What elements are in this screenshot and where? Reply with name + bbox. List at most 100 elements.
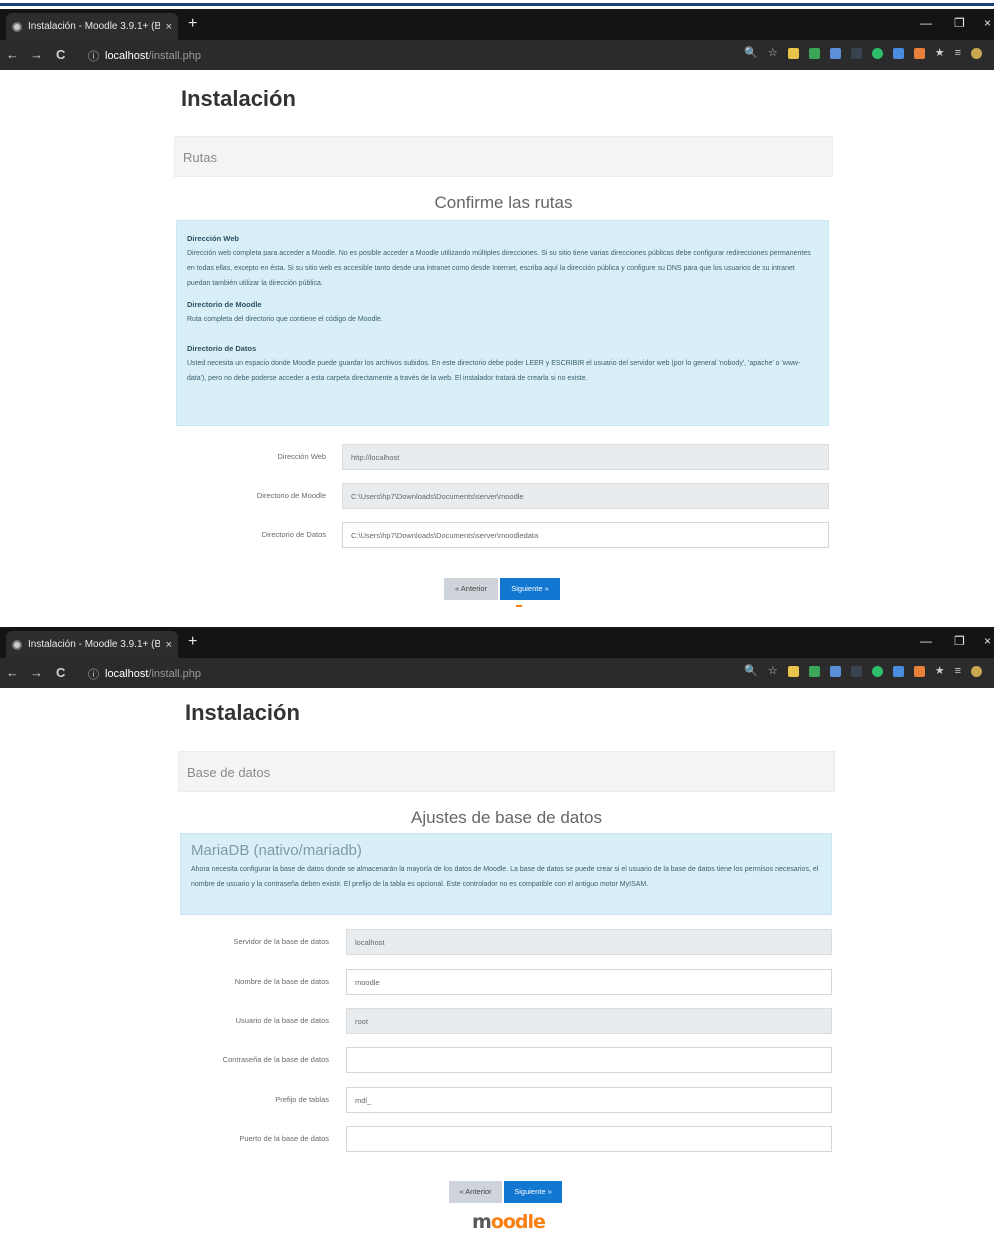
field-label: Directorio de Moodle bbox=[256, 491, 326, 500]
profile-avatar[interactable] bbox=[971, 48, 982, 59]
back-button[interactable]: ← bbox=[6, 47, 19, 62]
dataroot-field[interactable]: C:\Users\hp7\Downloads\Documents\server\… bbox=[342, 522, 829, 548]
maximize-button[interactable]: ❐ bbox=[954, 16, 965, 30]
step-bar: Rutas bbox=[174, 136, 833, 177]
extension-icon[interactable] bbox=[787, 48, 799, 59]
close-tab-icon[interactable]: × bbox=[166, 639, 172, 651]
url-host: localhost bbox=[105, 668, 149, 680]
extension-icon[interactable] bbox=[913, 48, 925, 59]
dbname-field[interactable]: moodle bbox=[346, 969, 832, 995]
bookmark-star-icon[interactable]: ☆ bbox=[768, 666, 778, 677]
extensions-puzzle-icon[interactable]: ★ bbox=[935, 666, 945, 677]
info-heading-moodle: Directorio de Moodle bbox=[187, 300, 262, 309]
reading-list-icon[interactable]: ≡ bbox=[955, 48, 961, 59]
address-bar[interactable]: ⓘ localhost /install.php bbox=[88, 48, 201, 64]
reload-button[interactable]: C bbox=[56, 47, 65, 62]
extension-icon[interactable] bbox=[892, 48, 904, 59]
page-title: Instalación bbox=[181, 86, 296, 111]
extension-icon[interactable] bbox=[829, 666, 841, 677]
globe-icon bbox=[12, 21, 22, 32]
extension-icon[interactable] bbox=[829, 48, 841, 59]
browser-tab[interactable]: Instalación - Moodle 3.9.1+ (Bui × bbox=[6, 13, 178, 40]
info-icon: ⓘ bbox=[88, 51, 99, 63]
field-label: Dirección Web bbox=[277, 452, 326, 461]
tab-title: Instalación - Moodle 3.9.1+ (Bui bbox=[28, 21, 160, 32]
focus-indicator bbox=[516, 605, 522, 607]
tab-bar: Instalación - Moodle 3.9.1+ (Bui × + — ❐… bbox=[0, 627, 994, 658]
extension-icon[interactable] bbox=[913, 666, 925, 677]
minimize-button[interactable]: — bbox=[920, 634, 932, 648]
reading-list-icon[interactable]: ≡ bbox=[955, 666, 961, 677]
minimize-button[interactable]: — bbox=[920, 16, 932, 30]
section-heading: Ajustes de base de datos bbox=[411, 808, 602, 827]
database-info-box: MariaDB (nativo/mariadb) Ahora necesita … bbox=[180, 833, 832, 915]
dbpass-field[interactable] bbox=[346, 1047, 832, 1073]
row-dbhost: Servidor de la base de datos bbox=[180, 929, 329, 955]
zoom-icon[interactable]: 🔍 bbox=[744, 666, 758, 677]
db-driver-title: MariaDB (nativo/mariadb) bbox=[191, 842, 362, 859]
logo-m: m bbox=[472, 1211, 492, 1233]
extensions-puzzle-icon[interactable]: ★ bbox=[935, 48, 945, 59]
dirroot-field[interactable]: C:\Users\hp7\Downloads\Documents\server\… bbox=[342, 483, 829, 509]
dbuser-field[interactable]: root bbox=[346, 1008, 832, 1034]
close-tab-icon[interactable]: × bbox=[166, 21, 172, 33]
close-window-button[interactable]: × bbox=[984, 16, 991, 30]
globe-icon bbox=[12, 639, 22, 650]
extension-icon[interactable] bbox=[871, 48, 883, 59]
next-button[interactable]: Siguiente » bbox=[504, 1181, 562, 1203]
prefix-field[interactable]: mdl_ bbox=[346, 1087, 832, 1113]
wwwroot-field[interactable]: http://localhost bbox=[342, 444, 829, 470]
field-label: Nombre de la base de datos bbox=[234, 977, 329, 986]
row-directorio-moodle: Directorio de Moodle bbox=[176, 483, 326, 509]
extension-icon[interactable] bbox=[850, 48, 862, 59]
extension-icon[interactable] bbox=[892, 666, 904, 677]
section-heading: Confirme las rutas bbox=[434, 193, 573, 212]
forward-button[interactable]: → bbox=[30, 665, 43, 680]
screenshot-base-de-datos: Instalación - Moodle 3.9.1+ (Bui × + — ❐… bbox=[0, 627, 994, 1238]
field-label: Puerto de la base de datos bbox=[239, 1134, 329, 1143]
row-dbpass: Contraseña de la base de datos bbox=[180, 1047, 329, 1073]
zoom-icon[interactable]: 🔍 bbox=[744, 48, 758, 59]
close-window-button[interactable]: × bbox=[984, 634, 991, 648]
step-label: Rutas bbox=[183, 150, 217, 165]
new-tab-button[interactable]: + bbox=[188, 15, 197, 33]
new-tab-button[interactable]: + bbox=[188, 633, 197, 651]
dbport-field[interactable] bbox=[346, 1126, 832, 1152]
extension-icon[interactable] bbox=[850, 666, 862, 677]
dbhost-field[interactable]: localhost bbox=[346, 929, 832, 955]
field-label: Contraseña de la base de datos bbox=[222, 1055, 329, 1064]
row-direccion-web: Dirección Web bbox=[176, 444, 326, 470]
bookmark-star-icon[interactable]: ☆ bbox=[768, 48, 778, 59]
address-bar[interactable]: ⓘ localhost /install.php bbox=[88, 666, 201, 682]
row-dbname: Nombre de la base de datos bbox=[180, 969, 329, 995]
extensions-area: 🔍 ☆ ★ ≡ bbox=[744, 666, 982, 677]
previous-button[interactable]: « Anterior bbox=[449, 1181, 502, 1203]
row-prefix: Prefijo de tablas bbox=[180, 1087, 329, 1113]
tab-bar: Instalación - Moodle 3.9.1+ (Bui × + — ❐… bbox=[0, 9, 994, 40]
profile-avatar[interactable] bbox=[971, 666, 982, 677]
info-text-data: Usted necesita un espacio donde Moodle p… bbox=[187, 360, 801, 382]
top-border bbox=[0, 0, 994, 6]
paths-info-box: Dirección Web Dirección web completa par… bbox=[176, 220, 829, 426]
next-button[interactable]: Siguiente » bbox=[500, 578, 560, 600]
extension-icon[interactable] bbox=[787, 666, 799, 677]
browser-tab[interactable]: Instalación - Moodle 3.9.1+ (Bui × bbox=[6, 631, 178, 658]
back-button[interactable]: ← bbox=[6, 665, 19, 680]
info-icon: ⓘ bbox=[88, 669, 99, 681]
row-dbport: Puerto de la base de datos bbox=[180, 1126, 329, 1152]
reload-button[interactable]: C bbox=[56, 665, 65, 680]
step-bar: Base de datos bbox=[178, 751, 835, 792]
moodle-logo: moodle bbox=[472, 1211, 546, 1233]
db-info-text: Ahora necesita configurar la base de dat… bbox=[191, 866, 819, 888]
extension-icon[interactable] bbox=[808, 666, 820, 677]
tab-title: Instalación - Moodle 3.9.1+ (Bui bbox=[28, 639, 160, 650]
extension-icon[interactable] bbox=[871, 666, 883, 677]
field-label: Prefijo de tablas bbox=[275, 1095, 329, 1104]
screenshot-rutas: Instalación - Moodle 3.9.1+ (Bui × + — ❐… bbox=[0, 9, 994, 619]
forward-button[interactable]: → bbox=[30, 47, 43, 62]
previous-button[interactable]: « Anterior bbox=[444, 578, 498, 600]
extension-icon[interactable] bbox=[808, 48, 820, 59]
maximize-button[interactable]: ❐ bbox=[954, 634, 965, 648]
info-text-moodle: Ruta completa del directorio que contien… bbox=[187, 316, 383, 323]
info-text-web: Dirección web completa para acceder a Mo… bbox=[187, 250, 811, 287]
